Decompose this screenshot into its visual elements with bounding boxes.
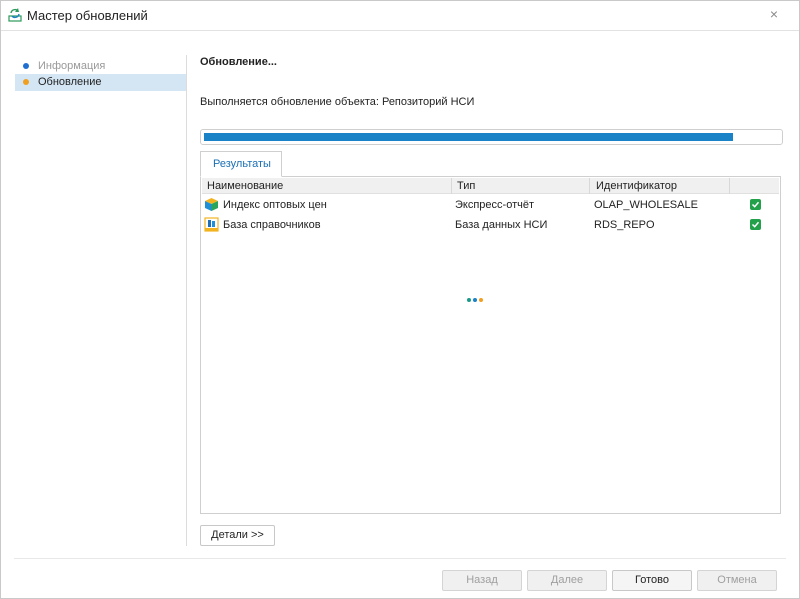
step-item-information[interactable]: Информация <box>15 58 186 75</box>
step-label: Информация <box>38 60 106 72</box>
step-label: Обновление <box>38 76 102 88</box>
page-title: Обновление... <box>200 56 277 68</box>
column-separator[interactable] <box>729 178 730 194</box>
update-wizard-icon <box>7 7 23 23</box>
cell-identifier: RDS_REPO <box>594 219 655 231</box>
progress-fill <box>204 133 733 141</box>
window-title: Мастер обновлений <box>27 8 148 23</box>
title-bar: Мастер обновлений × <box>1 1 799 31</box>
success-check-icon <box>750 219 761 230</box>
cell-name: Индекс оптовых цен <box>223 199 327 211</box>
loader-dot <box>467 298 471 302</box>
tab-label: Результаты <box>213 158 271 170</box>
cancel-button[interactable]: Отмена <box>697 570 777 591</box>
back-button[interactable]: Назад <box>442 570 522 591</box>
step-active-dot-icon <box>23 79 29 85</box>
update-wizard-window: Мастер обновлений × Информация Обновлени… <box>0 0 800 599</box>
column-separator[interactable] <box>589 178 590 194</box>
loader-dot <box>473 298 477 302</box>
loading-spinner-icon <box>467 298 485 304</box>
loader-dot <box>479 298 483 302</box>
progress-bar <box>200 129 783 145</box>
grid-header: Наименование Тип Идентификатор <box>202 178 779 194</box>
finish-button[interactable]: Готово <box>612 570 692 591</box>
close-icon[interactable]: × <box>767 7 781 21</box>
mdm-database-icon <box>204 217 219 232</box>
cell-name: База справочников <box>223 219 321 231</box>
express-report-icon <box>204 197 219 212</box>
details-button[interactable]: Детали >> <box>200 525 275 546</box>
column-header-name[interactable]: Наименование <box>207 180 283 192</box>
success-check-icon <box>750 199 761 210</box>
cell-type: База данных НСИ <box>455 219 548 231</box>
cell-type: Экспресс-отчёт <box>455 199 534 211</box>
step-item-update[interactable]: Обновление <box>15 74 186 91</box>
table-row[interactable]: Индекс оптовых цен Экспресс-отчёт OLAP_W… <box>202 195 779 215</box>
column-separator[interactable] <box>451 178 452 194</box>
table-row[interactable]: База справочников База данных НСИ RDS_RE… <box>202 215 779 235</box>
tab-results[interactable]: Результаты <box>200 151 282 177</box>
results-grid: Наименование Тип Идентификатор Индекс оп… <box>200 176 781 514</box>
wizard-steps-sidebar: Информация Обновление <box>14 55 187 546</box>
next-button[interactable]: Далее <box>527 570 607 591</box>
column-header-type[interactable]: Тип <box>457 180 475 192</box>
footer-divider <box>14 558 786 559</box>
cell-identifier: OLAP_WHOLESALE <box>594 199 698 211</box>
status-text: Выполняется обновление объекта: Репозито… <box>200 96 475 108</box>
column-header-identifier[interactable]: Идентификатор <box>596 180 677 192</box>
step-done-dot-icon <box>23 63 29 69</box>
